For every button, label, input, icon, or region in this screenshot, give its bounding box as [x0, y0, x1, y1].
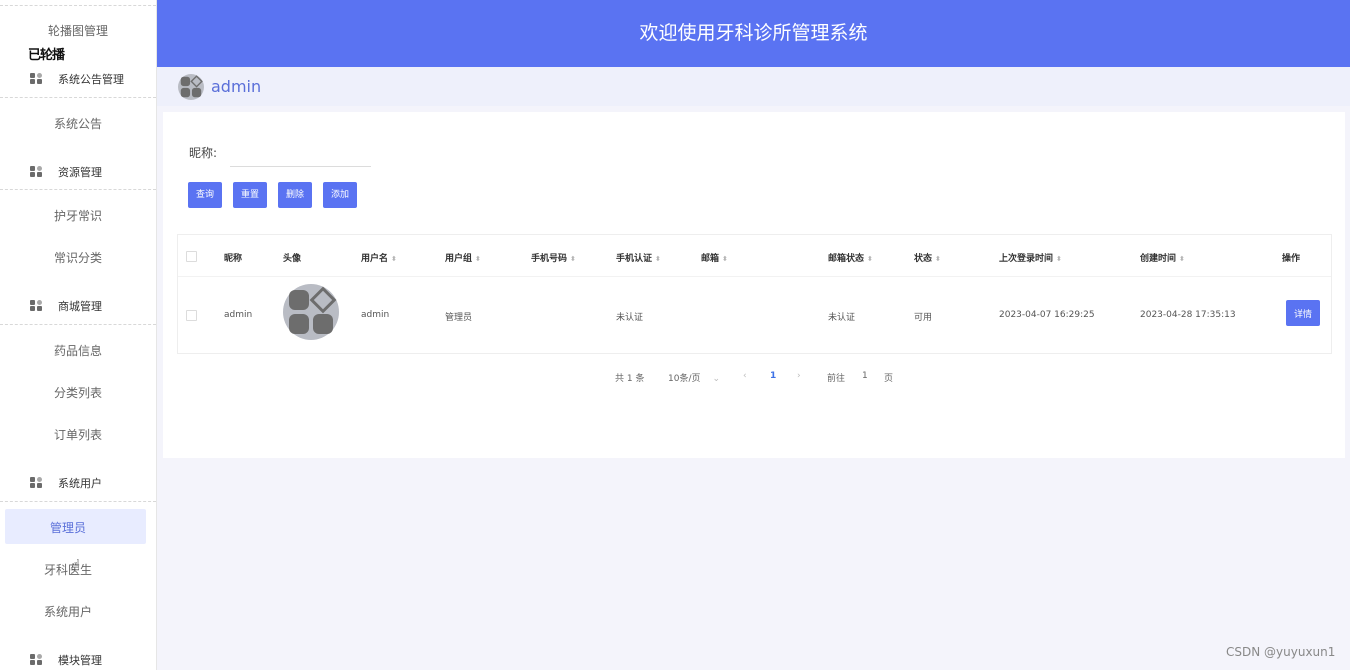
sidebar-divider	[0, 97, 156, 98]
pagination-total: 共 1 条	[615, 374, 645, 384]
grid-icon	[30, 300, 44, 312]
sidebar-group-label: 模块管理	[58, 654, 102, 667]
username: admin	[211, 77, 262, 96]
sidebar-group-system-users[interactable]: 系统用户	[0, 475, 156, 491]
column-header-phone-verified[interactable]: 手机认证 ⬍	[616, 251, 661, 264]
main-panel: 昵称: 查询 重置 删除 添加 昵称 头像 用户名 ⬍ 用户组 ⬍ 手机号码 ⬍ 手机…	[163, 112, 1345, 458]
goto-page-input[interactable]: 1	[862, 371, 868, 381]
sidebar-item-medicine[interactable]: 药品信息	[0, 342, 156, 359]
user-bar: admin	[157, 67, 1350, 106]
column-header-group[interactable]: 用户组 ⬍	[445, 251, 481, 264]
sidebar-glitch-text: 已轮播	[28, 48, 65, 63]
column-header-created[interactable]: 创建时间 ⬍	[1140, 251, 1185, 264]
sidebar-group-resource[interactable]: 资源管理	[0, 164, 156, 180]
delete-button[interactable]: 删除	[278, 182, 313, 208]
detail-button[interactable]: 详情	[1286, 300, 1320, 326]
column-header-email-status[interactable]: 邮箱状态 ⬍	[828, 251, 873, 264]
row-checkbox[interactable]	[186, 310, 197, 321]
sort-icon[interactable]: ⬍	[1179, 255, 1185, 263]
add-button[interactable]: 添加	[323, 182, 358, 208]
column-header-status[interactable]: 状态 ⬍	[914, 251, 941, 264]
sidebar-group-notice[interactable]: 系统公告管理	[0, 71, 156, 87]
grid-icon	[30, 654, 44, 666]
page-header: 欢迎使用牙科诊所管理系统	[157, 0, 1350, 67]
cell-created: 2023-04-28 17:35:13	[1140, 310, 1236, 320]
sort-icon[interactable]: ⬍	[867, 255, 873, 263]
sidebar-item-admin[interactable]: 管理员	[0, 519, 146, 536]
goto-prefix: 前往	[827, 374, 846, 384]
select-all-checkbox[interactable]	[186, 251, 197, 262]
user-table: 昵称 头像 用户名 ⬍ 用户组 ⬍ 手机号码 ⬍ 手机认证 ⬍ 邮箱 ⬍ 邮箱状态 ⬍ 状态…	[177, 234, 1332, 354]
sidebar-item-dental-knowledge[interactable]: 护牙常识	[0, 207, 156, 224]
watermark: CSDN @yuyuxun1	[1226, 645, 1336, 659]
sidebar-item-notice[interactable]: 系统公告	[0, 115, 156, 132]
sidebar-divider	[0, 189, 156, 190]
cell-phone-verified: 未认证	[616, 313, 644, 323]
sidebar: 轮播图管理 已轮播 系统公告管理 系统公告 资源管理 护牙常识 常识分类 商城管…	[0, 0, 157, 670]
sidebar-item-carousel[interactable]: 轮播图管理	[0, 22, 156, 39]
page-size-select[interactable]: 10条/页 ⌄	[668, 371, 720, 384]
nickname-filter-input[interactable]	[230, 142, 371, 167]
sort-icon[interactable]: ⬍	[655, 255, 661, 263]
grid-icon	[30, 166, 44, 178]
sidebar-divider	[0, 501, 156, 502]
sidebar-group-label: 系统用户	[58, 477, 102, 490]
user-avatar-icon[interactable]	[178, 73, 204, 100]
prev-page-icon[interactable]: ‹	[743, 371, 747, 381]
sidebar-divider	[0, 324, 156, 325]
sort-icon[interactable]: ⬍	[722, 255, 728, 263]
sidebar-group-label: 商城管理	[58, 300, 102, 313]
query-button[interactable]: 查询	[188, 182, 223, 208]
grid-icon	[30, 73, 44, 85]
sidebar-group-shop[interactable]: 商城管理	[0, 298, 156, 314]
sidebar-group-modules[interactable]: 模块管理	[0, 652, 156, 668]
sort-icon[interactable]: ⬍	[475, 255, 481, 263]
cell-status: 可用	[914, 313, 933, 323]
nickname-filter-label: 昵称:	[189, 146, 218, 160]
sidebar-item-order-list[interactable]: 订单列表	[0, 426, 156, 443]
sort-icon[interactable]: ⬍	[935, 255, 941, 263]
sidebar-group-label: 系统公告管理	[58, 73, 124, 86]
next-page-icon[interactable]: ›	[797, 371, 801, 381]
cell-group: 管理员	[445, 313, 473, 323]
cell-last-login: 2023-04-07 16:29:25	[999, 310, 1095, 320]
cell-email-status: 未认证	[828, 313, 856, 323]
goto-suffix: 页	[884, 374, 894, 384]
column-header-phone[interactable]: 手机号码 ⬍	[531, 251, 576, 264]
sort-icon[interactable]: ⬍	[1056, 255, 1062, 263]
hand-cursor-icon: ☝	[71, 556, 81, 574]
sidebar-divider	[0, 5, 156, 6]
sidebar-item-category-list[interactable]: 分类列表	[0, 384, 156, 401]
column-header-last-login[interactable]: 上次登录时间 ⬍	[999, 251, 1062, 264]
page-number-current[interactable]: 1	[770, 371, 776, 381]
grid-icon	[30, 477, 44, 489]
column-header-email[interactable]: 邮箱 ⬍	[701, 251, 728, 264]
sidebar-item-knowledge-category[interactable]: 常识分类	[0, 249, 156, 266]
reset-button[interactable]: 重置	[233, 182, 268, 208]
header-divider	[178, 276, 1331, 277]
sidebar-group-label: 资源管理	[58, 166, 102, 179]
cell-nickname: admin	[224, 310, 253, 320]
chevron-down-icon: ⌄	[712, 374, 721, 384]
column-header-username[interactable]: 用户名 ⬍	[361, 251, 397, 264]
column-header-action: 操作	[1282, 254, 1301, 264]
avatar-image-icon	[283, 284, 339, 340]
sort-icon[interactable]: ⬍	[391, 255, 397, 263]
page-title: 欢迎使用牙科诊所管理系统	[639, 22, 868, 44]
column-header-nickname: 昵称	[224, 254, 243, 264]
sidebar-item-system-user[interactable]: 系统用户	[0, 603, 146, 620]
sort-icon[interactable]: ⬍	[570, 255, 576, 263]
cell-username: admin	[361, 310, 390, 320]
column-header-avatar: 头像	[283, 254, 302, 264]
